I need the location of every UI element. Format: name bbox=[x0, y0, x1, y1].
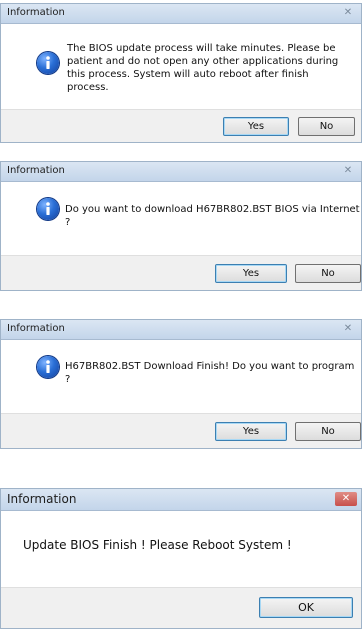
dialog-download-confirm: Information ✕ Do you want to download H6… bbox=[0, 161, 362, 291]
dialog-footer: Yes No bbox=[1, 255, 361, 290]
dialog-message: Do you want to download H67BR802.BST BIO… bbox=[65, 204, 360, 228]
dialog-program-confirm: Information ✕ H67BR802.BST Download Fini… bbox=[0, 319, 362, 449]
dialog-update-finished: Information ✕ Update BIOS Finish ! Pleas… bbox=[0, 488, 362, 629]
close-icon[interactable]: ✕ bbox=[341, 7, 355, 19]
close-icon[interactable]: ✕ bbox=[341, 165, 355, 177]
dialog-title: Information bbox=[7, 165, 65, 176]
ok-button[interactable]: OK bbox=[259, 597, 353, 618]
yes-button[interactable]: Yes bbox=[223, 117, 289, 136]
info-icon bbox=[37, 356, 59, 378]
dialog-message: The BIOS update process will take minute… bbox=[67, 43, 339, 93]
dialog-title: Information bbox=[7, 323, 65, 334]
dialog-bios-update-notice: Information ✕ The BIOS update process wi… bbox=[0, 3, 362, 143]
yes-button[interactable]: Yes bbox=[215, 264, 287, 283]
info-icon bbox=[37, 198, 59, 220]
dialog-title: Information bbox=[7, 7, 65, 18]
dialog-titlebar: Information ✕ bbox=[1, 320, 361, 340]
close-icon[interactable]: ✕ bbox=[341, 323, 355, 335]
no-button[interactable]: No bbox=[298, 117, 355, 136]
yes-button[interactable]: Yes bbox=[215, 422, 287, 441]
dialog-body: Do you want to download H67BR802.BST BIO… bbox=[1, 182, 361, 290]
dialog-body: Update BIOS Finish ! Please Reboot Syste… bbox=[1, 511, 361, 628]
info-icon bbox=[37, 52, 59, 74]
dialog-title: Information bbox=[7, 492, 77, 506]
dialog-footer: Yes No bbox=[1, 109, 361, 142]
dialog-message: H67BR802.BST Download Finish! Do you wan… bbox=[65, 361, 355, 385]
dialog-titlebar: Information ✕ bbox=[1, 4, 361, 24]
dialog-body: H67BR802.BST Download Finish! Do you wan… bbox=[1, 340, 361, 448]
dialog-footer: Yes No bbox=[1, 413, 361, 448]
dialog-message: Update BIOS Finish ! Please Reboot Syste… bbox=[23, 538, 292, 552]
dialog-titlebar: Information ✕ bbox=[1, 489, 361, 511]
dialog-footer: OK bbox=[1, 587, 361, 628]
dialog-titlebar: Information ✕ bbox=[1, 162, 361, 182]
no-button[interactable]: No bbox=[295, 264, 361, 283]
no-button[interactable]: No bbox=[295, 422, 361, 441]
close-icon[interactable]: ✕ bbox=[335, 492, 357, 506]
dialog-body: The BIOS update process will take minute… bbox=[1, 24, 361, 142]
